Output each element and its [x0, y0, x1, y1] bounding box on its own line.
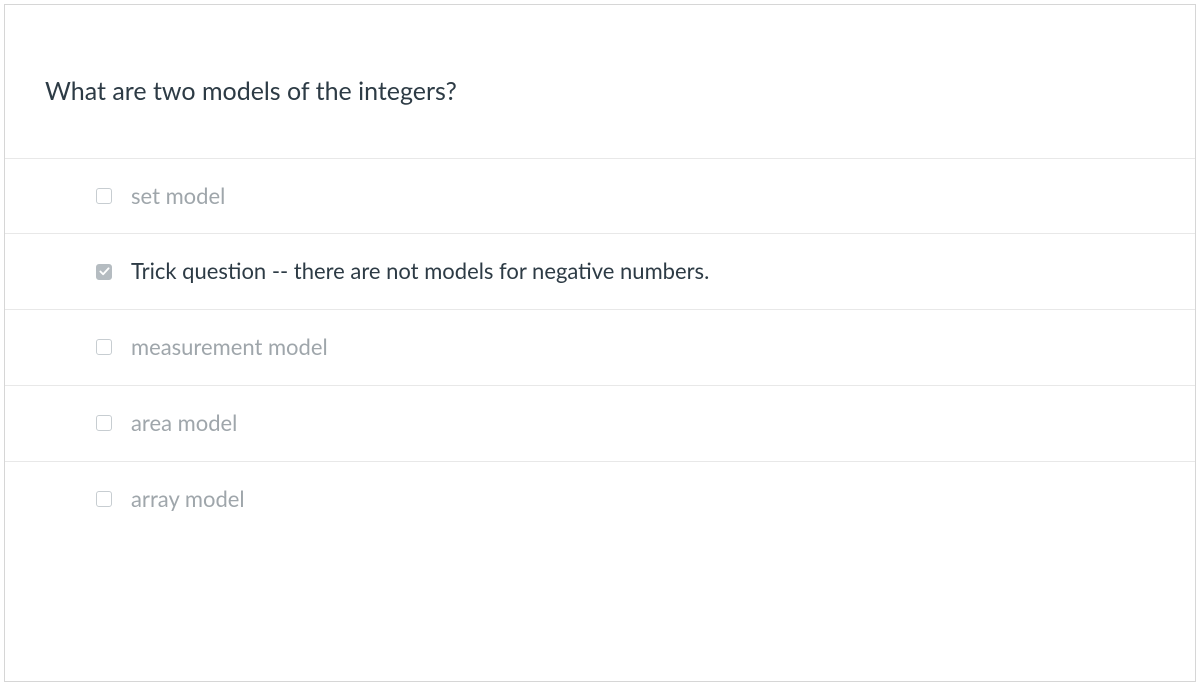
checkbox-option-4[interactable]: [96, 491, 112, 507]
option-label: Trick question -- there are not models f…: [131, 256, 709, 287]
option-label: set model: [131, 181, 225, 212]
option-row[interactable]: measurement model: [5, 309, 1195, 385]
checkbox-wrapper: [95, 338, 113, 356]
question-header: What are two models of the integers?: [5, 5, 1195, 158]
question-container: What are two models of the integers? set…: [4, 4, 1196, 682]
checkbox-option-3[interactable]: [96, 415, 112, 431]
checkbox-wrapper: [95, 414, 113, 432]
option-row[interactable]: area model: [5, 385, 1195, 461]
option-label: measurement model: [131, 332, 328, 363]
option-row[interactable]: set model: [5, 158, 1195, 234]
option-row[interactable]: array model: [5, 461, 1195, 537]
option-row[interactable]: Trick question -- there are not models f…: [5, 233, 1195, 309]
option-label: array model: [131, 484, 245, 515]
checkbox-wrapper: [95, 263, 113, 281]
checkbox-option-2[interactable]: [96, 339, 112, 355]
options-list: set model Trick question -- there are no…: [5, 158, 1195, 537]
checkbox-wrapper: [95, 490, 113, 508]
option-label: area model: [131, 408, 237, 439]
check-icon: [99, 266, 110, 277]
checkbox-wrapper: [95, 187, 113, 205]
checkbox-option-0[interactable]: [96, 188, 112, 204]
question-text: What are two models of the integers?: [45, 75, 1155, 108]
checkbox-option-1[interactable]: [96, 264, 112, 280]
